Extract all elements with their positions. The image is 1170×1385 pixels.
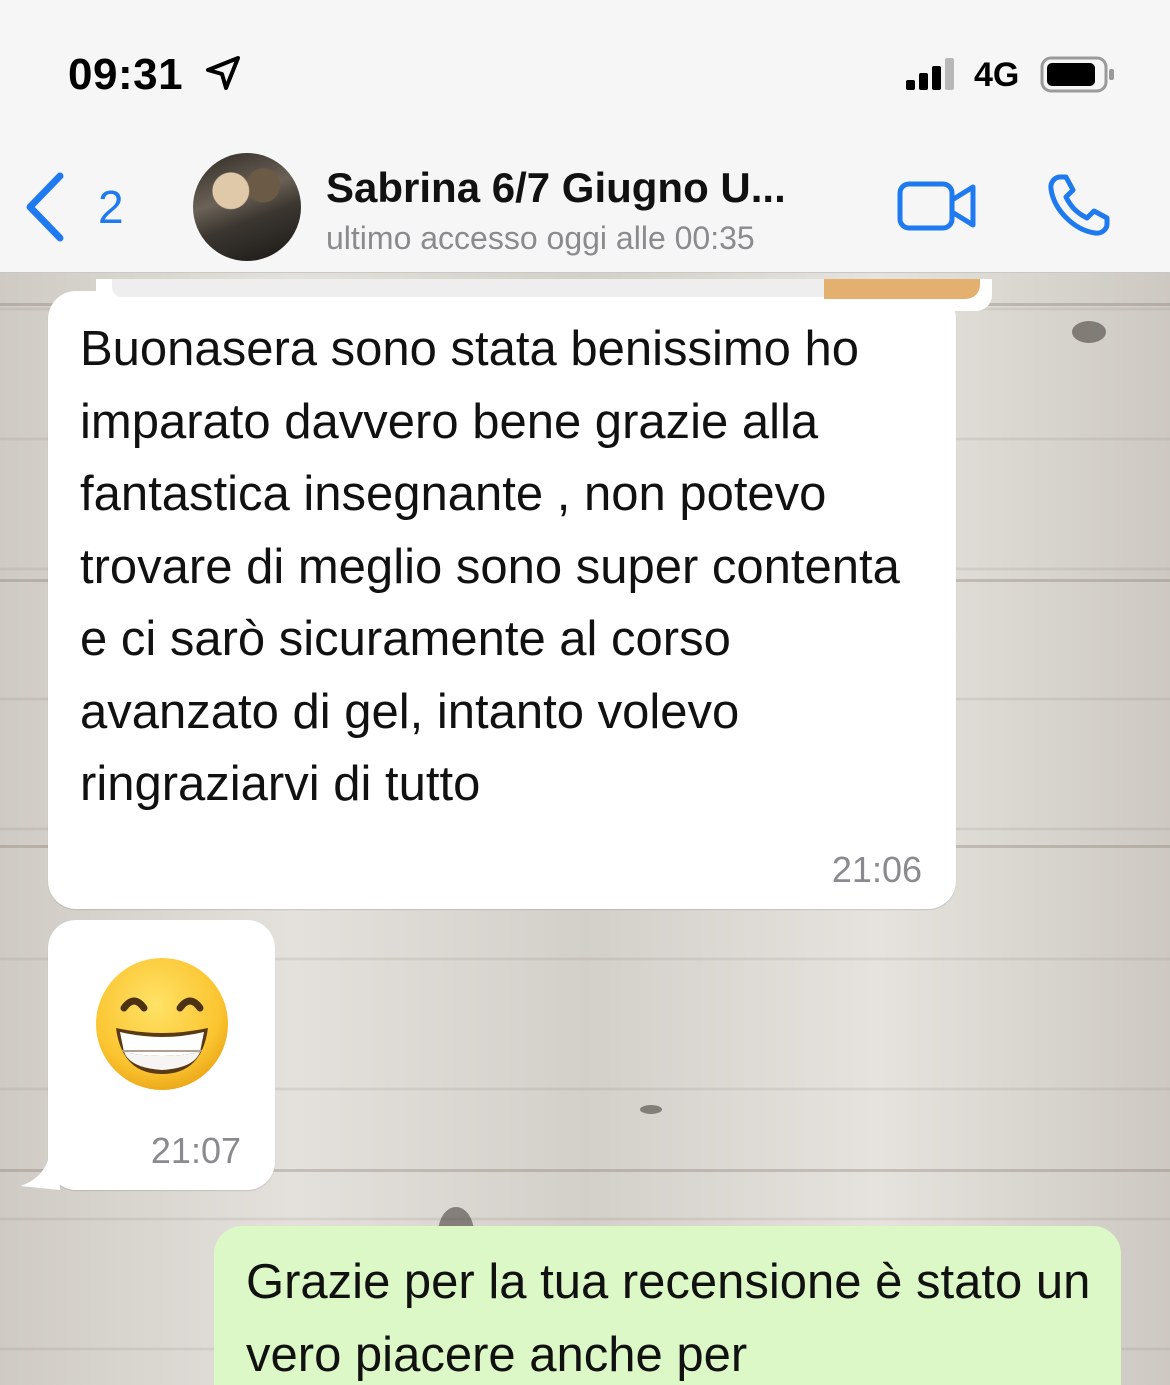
message-text: Buonasera sono stata benissimo ho impara… [80,322,900,811]
status-time: 09:31 [68,50,184,99]
message-time: 21:06 [831,849,922,890]
battery-icon [1040,56,1114,93]
video-camera-icon[interactable] [897,180,977,232]
quoted-reply-preview[interactable] [96,279,992,311]
wood-knot [640,1105,662,1114]
phone-icon[interactable] [1046,172,1112,238]
location-arrow-icon [206,56,240,90]
bubble-tail [20,1160,60,1190]
unread-count: 2 [98,181,124,233]
contact-name[interactable]: Sabrina 6/7 Giugno U... [326,164,786,212]
contact-avatar[interactable] [193,153,301,261]
quoted-text-area [112,279,842,297]
wood-knot [1072,321,1106,343]
back-button[interactable]: 2 [22,172,142,242]
incoming-message[interactable]: Buonasera sono stata benissimo ho impara… [48,279,992,909]
quoted-image-thumbnail [824,279,980,299]
contact-last-seen: ultimo accesso oggi alle 00:35 [326,220,755,256]
message-text: Grazie per la tua recensione è stato un … [246,1255,1091,1382]
signal-bars-icon [906,58,954,90]
chat-area[interactable]: Buonasera sono stata benissimo ho impara… [0,273,1170,1385]
chevron-left-icon [26,172,64,242]
incoming-message[interactable]: 21:07 [20,920,275,1190]
message-time: 21:07 [150,1130,241,1171]
grinning-face-with-smiling-eyes-icon [96,958,228,1090]
outgoing-message[interactable]: Grazie per la tua recensione è stato un … [214,1226,1121,1385]
chat-header: 2 Sabrina 6/7 Giugno U... ultimo accesso… [0,128,1170,273]
network-type: 4G [974,56,1020,94]
status-bar: 09:31 4G [0,0,1170,128]
